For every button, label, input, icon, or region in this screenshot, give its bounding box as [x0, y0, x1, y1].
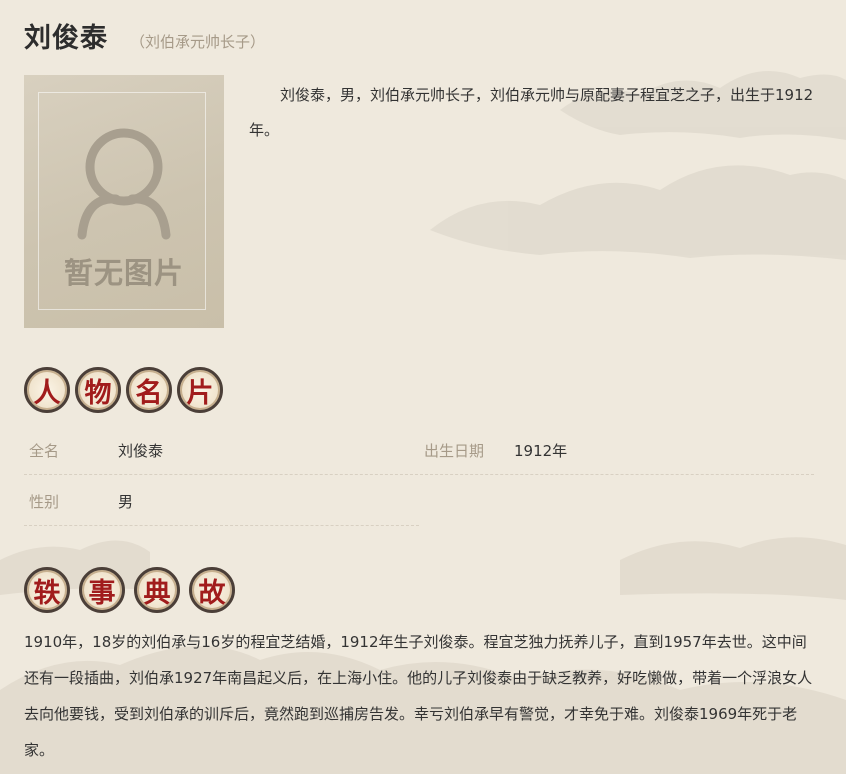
portrait-placeholder: 暂无图片: [24, 75, 224, 328]
intro-paragraph: 刘俊泰，男，刘伯承元帅长子，刘伯承元帅与原配妻子程宜芝之子，出生于1912年。: [249, 86, 814, 139]
gender-value: 男: [118, 493, 134, 511]
heading-seal: 故: [189, 567, 235, 613]
person-name-title: 刘俊泰: [24, 23, 108, 54]
person-subtitle: （刘伯承元帅长子）: [130, 33, 266, 51]
heading-seal: 事: [79, 567, 125, 613]
story-section-heading: 轶 事 典 故: [24, 567, 240, 613]
page-content: 刘俊泰 （刘伯承元帅长子） 暂无图片 刘俊泰，男，刘伯承元帅长子，刘伯承元帅与原…: [0, 0, 846, 774]
heading-seal: 人: [24, 367, 70, 413]
birth-date-value: 1912年: [514, 442, 568, 460]
full-name-value: 刘俊泰: [118, 442, 164, 460]
profile-row: 性别 男: [24, 475, 419, 526]
no-image-text: 暂无图片: [63, 256, 184, 290]
birth-date-label: 出生日期: [424, 442, 485, 460]
profile-row: 全名 刘俊泰 出生日期 1912年: [24, 424, 814, 475]
heading-seal: 物: [75, 367, 121, 413]
heading-seal: 名: [126, 367, 172, 413]
anecdote-paragraph: 1910年，18岁的刘伯承与16岁的程宜芝结婚，1912年生子刘俊泰。程宜芝独力…: [24, 633, 813, 759]
title-row: 刘俊泰 （刘伯承元帅长子）: [24, 16, 265, 55]
heading-seal: 片: [177, 367, 223, 413]
gender-label: 性别: [29, 493, 60, 511]
heading-seal: 轶: [24, 567, 70, 613]
profile-section-heading: 人 物 名 片: [24, 367, 228, 413]
heading-seal: 典: [134, 567, 180, 613]
full-name-label: 全名: [29, 442, 60, 460]
